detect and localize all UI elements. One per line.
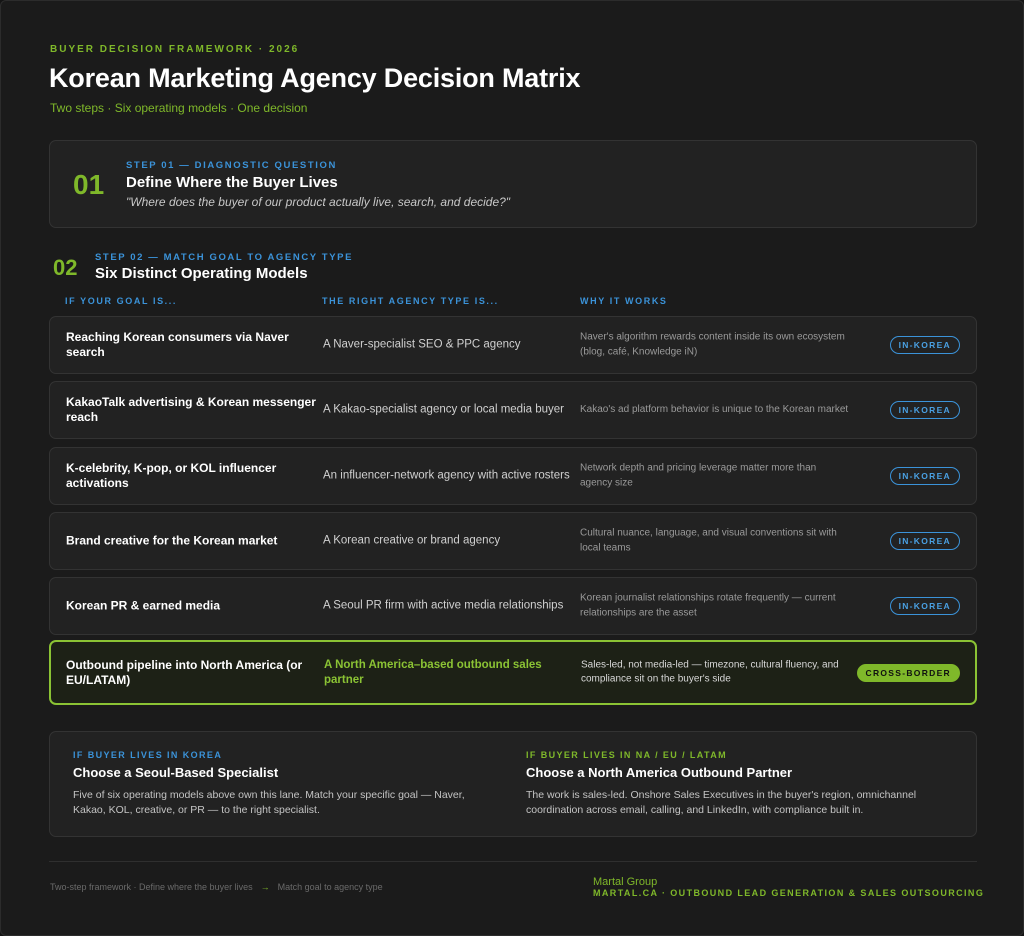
brand-name: Martal Group [593, 876, 658, 888]
matrix-row-outbound-highlighted: Outbound pipeline into North America (or… [49, 640, 977, 705]
outcome-card: IF BUYER LIVES IN KOREA Choose a Seoul-B… [49, 731, 977, 837]
row-agency: A Naver-specialist SEO & PPC agency [323, 338, 521, 351]
row-why: Kakao's ad platform behavior is unique t… [580, 403, 849, 415]
step2-number: 02 [53, 255, 78, 280]
footer-step-a: Two-step framework · Define where the bu… [50, 882, 253, 892]
row-agency: A North America–based outbound sales par… [324, 658, 542, 686]
in-korea-badge: IN-KOREA [889, 467, 960, 485]
outcome-korea: IF BUYER LIVES IN KOREA Choose a Seoul-B… [73, 732, 493, 836]
step2-header: 02 STEP 02 — MATCH GOAL TO AGENCY TYPE S… [49, 249, 649, 289]
step2-eyebrow: STEP 02 — MATCH GOAL TO AGENCY TYPE [95, 252, 353, 263]
step1-title: Define Where the Buyer Lives [126, 174, 338, 191]
row-goal: Korean PR & earned media [66, 598, 221, 613]
row-why: Cultural nuance, language, and visual co… [580, 527, 837, 554]
column-header-agency: THE RIGHT AGENCY TYPE IS... [322, 296, 499, 306]
page-frame: BUYER DECISION FRAMEWORK · 2026 Korean M… [0, 0, 1024, 936]
step1-eyebrow: STEP 01 — DIAGNOSTIC QUESTION [126, 160, 337, 171]
in-korea-badge: IN-KOREA [889, 597, 960, 615]
outcome-abroad-title: Choose a North America Outbound Partner [526, 765, 793, 780]
page-title: Korean Marketing Agency Decision Matrix [49, 63, 581, 93]
in-korea-badge: IN-KOREA [889, 336, 960, 354]
in-korea-badge: IN-KOREA [889, 532, 960, 550]
column-header-goal: IF YOUR GOAL IS... [65, 296, 177, 306]
outcome-abroad: IF BUYER LIVES IN NA / EU / LATAM Choose… [526, 732, 956, 836]
header-eyebrow: BUYER DECISION FRAMEWORK · 2026 [50, 44, 300, 55]
outcome-korea-eyebrow: IF BUYER LIVES IN KOREA [73, 750, 223, 760]
outcome-abroad-eyebrow: IF BUYER LIVES IN NA / EU / LATAM [526, 750, 728, 760]
row-goal: Brand creative for the Korean market [66, 533, 278, 548]
matrix-row-kakao: KakaoTalk advertising & Korean messenger… [49, 381, 977, 439]
row-agency: A Seoul PR firm with active media relati… [323, 599, 564, 612]
row-agency: A Korean creative or brand agency [323, 534, 501, 547]
row-agency: An influencer-network agency with active… [323, 469, 570, 482]
outcome-abroad-body: The work is sales-led. Onshore Sales Exe… [526, 789, 917, 816]
cross-border-badge: CROSS-BORDER [856, 663, 960, 682]
step1-question: "Where does the buyer of our product act… [126, 195, 511, 209]
row-why: Sales-led, not media-led — timezone, cul… [581, 659, 839, 685]
matrix-row-pr: Korean PR & earned media A Seoul PR firm… [49, 577, 977, 635]
row-goal: K-celebrity, K-pop, or KOL influencer ac… [66, 461, 277, 490]
row-goal: KakaoTalk advertising & Korean messenger… [66, 395, 316, 424]
footer-step-b: Match goal to agency type [277, 882, 383, 892]
row-agency: A Kakao-specialist agency or local media… [323, 403, 564, 416]
footer-framework-note: Two-step framework · Define where the bu… [50, 882, 383, 892]
page-subtitle: Two steps · Six operating models · One d… [50, 101, 308, 115]
in-korea-badge: IN-KOREA [889, 401, 960, 419]
step1-number: 01 [73, 169, 105, 200]
matrix-row-naver: Reaching Korean consumers via Naver sear… [49, 316, 977, 374]
column-header-why: WHY IT WORKS [580, 296, 668, 306]
brand-tagline: MARTAL.CA · OUTBOUND LEAD GENERATION & S… [593, 888, 985, 898]
row-why: Korean journalist relationships rotate f… [580, 592, 836, 619]
arrow-right-icon: → [260, 882, 270, 892]
step1-card: 01 STEP 01 — DIAGNOSTIC QUESTION Define … [49, 140, 977, 228]
row-goal: Reaching Korean consumers via Naver sear… [66, 330, 289, 359]
row-why: Naver's algorithm rewards content inside… [580, 331, 845, 358]
outcome-korea-body: Five of six operating models above own t… [73, 789, 465, 816]
matrix-row-influencer: K-celebrity, K-pop, or KOL influencer ac… [49, 447, 977, 505]
row-goal: Outbound pipeline into North America (or… [66, 657, 303, 687]
step2-title: Six Distinct Operating Models [95, 265, 308, 282]
footer-divider [49, 861, 977, 862]
matrix-row-creative: Brand creative for the Korean market A K… [49, 512, 977, 570]
row-why: Network depth and pricing leverage matte… [580, 462, 817, 489]
outcome-korea-title: Choose a Seoul-Based Specialist [73, 765, 279, 780]
